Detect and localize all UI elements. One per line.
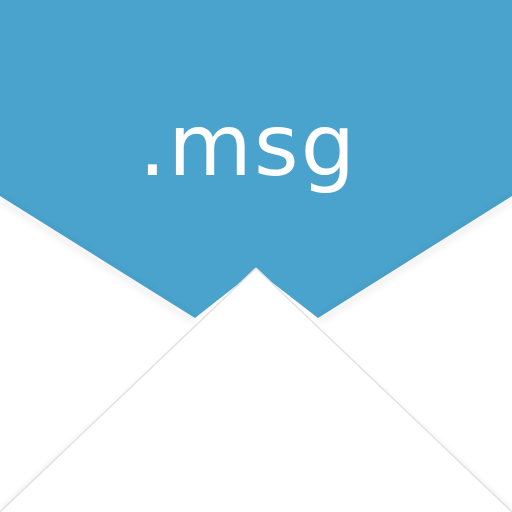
file-extension-label: .msg [138, 96, 358, 196]
msg-file-icon: .msg [0, 0, 512, 512]
envelope-icon [0, 0, 512, 512]
